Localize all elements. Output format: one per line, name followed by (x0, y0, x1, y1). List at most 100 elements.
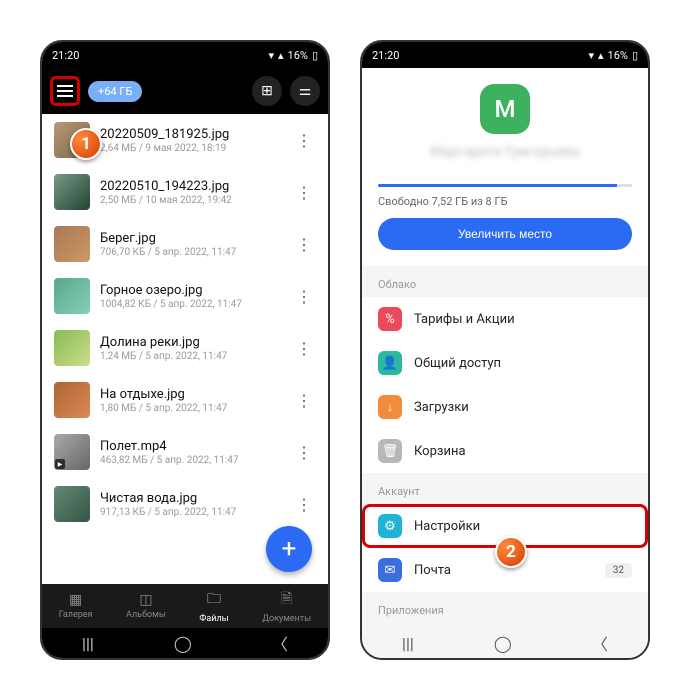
battery-text: 16% (608, 49, 628, 62)
file-meta: 463,82 МБ / 5 апр. 2022, 11:47 (100, 455, 282, 466)
more-icon[interactable]: ⋮ (292, 491, 316, 518)
signal-icon: ▴ (598, 49, 604, 62)
status-time: 21:20 (372, 49, 399, 62)
more-icon[interactable]: ⋮ (292, 179, 316, 206)
section-cloud-label: Облако (362, 266, 648, 297)
file-name: 20220510_194223.jpg (100, 179, 282, 194)
thumbnail (54, 486, 90, 522)
status-bar: 21:20 ▾ ▴ 16% ▯ (362, 42, 648, 68)
more-icon[interactable]: ⋮ (292, 439, 316, 466)
file-meta: 2,64 МБ / 9 мая 2022, 18:19 (100, 143, 282, 154)
file-name: Чистая вода.jpg (100, 491, 282, 506)
status-bar: 21:20 ▾ ▴ 16% ▯ (42, 42, 328, 68)
storage-text: Свободно 7,52 ГБ из 8 ГБ (378, 195, 632, 208)
battery-text: 16% (288, 49, 308, 62)
file-row[interactable]: Долина реки.jpg1,24 МБ / 5 апр. 2022, 11… (42, 322, 328, 374)
more-icon[interactable]: ⋮ (292, 231, 316, 258)
file-row[interactable]: На отдыхе.jpg1,80 МБ / 5 апр. 2022, 11:4… (42, 374, 328, 426)
file-meta: 1004,82 КБ / 5 апр. 2022, 11:47 (100, 299, 282, 310)
wifi-icon: ▾ (268, 49, 274, 62)
file-row[interactable]: 20220510_194223.jpg2,50 МБ / 10 мая 2022… (42, 166, 328, 218)
file-row[interactable]: Горное озеро.jpg1004,82 КБ / 5 апр. 2022… (42, 270, 328, 322)
wifi-icon: ▾ (588, 49, 594, 62)
status-right: ▾ ▴ 16% ▯ (268, 49, 318, 62)
albums-icon: ◫ (139, 592, 152, 608)
gallery-icon: ▦ (69, 592, 82, 608)
annotation-2: 2 (495, 536, 527, 568)
video-play-icon: ▶ (55, 459, 65, 469)
nav-albums[interactable]: ◫Альбомы (126, 592, 166, 620)
menu-shared[interactable]: 👤Общий доступ (362, 341, 648, 385)
recent-apps-button[interactable]: ||| (402, 634, 414, 653)
person-icon: 👤 (378, 351, 402, 375)
download-icon: ↓ (378, 395, 402, 419)
storage-pill[interactable]: +64 ГБ (88, 81, 142, 102)
file-name: Полет.mp4 (100, 439, 282, 454)
menu-button[interactable] (50, 76, 80, 106)
file-name: На отдыхе.jpg (100, 387, 282, 402)
file-meta: 1,80 МБ / 5 апр. 2022, 11:47 (100, 403, 282, 414)
thumbnail (54, 226, 90, 262)
files-icon: 🗀 (207, 588, 221, 612)
filter-button[interactable]: ⚌ (290, 76, 320, 106)
back-button[interactable]: 〈 (272, 631, 288, 655)
thumbnail (54, 330, 90, 366)
docs-icon: 🗎 (281, 588, 292, 612)
back-button[interactable]: 〈 (592, 631, 608, 655)
menu-trash[interactable]: 🗑Корзина (362, 429, 648, 473)
more-icon[interactable]: ⋮ (292, 283, 316, 310)
battery-icon: ▯ (632, 49, 638, 62)
more-icon[interactable]: ⋮ (292, 387, 316, 414)
section-account-label: Аккаунт (362, 473, 648, 504)
file-meta: 917,13 КБ / 5 апр. 2022, 11:47 (100, 507, 282, 518)
top-bar: +64 ГБ ⊞ ⚌ (42, 68, 328, 114)
bottom-nav: ▦Галерея ◫Альбомы 🗀Файлы 🗎Документы (42, 584, 328, 628)
file-meta: 2,50 МБ / 10 мая 2022, 19:42 (100, 195, 282, 206)
thumbnail (54, 174, 90, 210)
more-icon[interactable]: ⋮ (292, 335, 316, 362)
system-nav: ||| ◯ 〈 (42, 628, 328, 658)
recent-apps-button[interactable]: ||| (82, 634, 94, 653)
status-right: ▾ ▴ 16% ▯ (588, 49, 638, 62)
storage-bar (378, 184, 632, 187)
battery-icon: ▯ (312, 49, 318, 62)
file-row[interactable]: Чистая вода.jpg917,13 КБ / 5 апр. 2022, … (42, 478, 328, 530)
thumbnail (54, 278, 90, 314)
nav-files[interactable]: 🗀Файлы (199, 588, 228, 624)
add-button[interactable]: + (266, 526, 312, 572)
section-apps-label: Приложения (362, 592, 648, 623)
more-icon[interactable]: ⋮ (292, 127, 316, 154)
menu-cloud-list: %Тарифы и Акции 👤Общий доступ ↓Загрузки … (362, 297, 648, 473)
avatar[interactable]: М (480, 84, 530, 134)
trash-icon: 🗑 (378, 439, 402, 463)
file-name: 20220509_181925.jpg (100, 127, 282, 142)
menu-tariffs[interactable]: %Тарифы и Акции (362, 297, 648, 341)
file-name: Долина реки.jpg (100, 335, 282, 350)
profile-section: М Маргарита Григорьева (362, 68, 648, 172)
file-meta: 1,24 МБ / 5 апр. 2022, 11:47 (100, 351, 282, 362)
thumbnail: ▶ (54, 434, 90, 470)
percent-icon: % (378, 307, 402, 331)
gear-icon: ⚙ (378, 514, 402, 538)
file-name: Берег.jpg (100, 231, 282, 246)
system-nav: ||| ◯ 〈 (362, 628, 648, 658)
upgrade-button[interactable]: Увеличить место (378, 218, 632, 250)
home-button[interactable]: ◯ (174, 634, 192, 653)
signal-icon: ▴ (278, 49, 284, 62)
file-row[interactable]: Берег.jpg706,70 КБ / 5 апр. 2022, 11:47 ⋮ (42, 218, 328, 270)
thumbnail (54, 382, 90, 418)
home-button[interactable]: ◯ (494, 634, 512, 653)
mail-icon: ✉ (378, 558, 402, 582)
mail-count-badge: 32 (605, 563, 632, 578)
storage-card: Свободно 7,52 ГБ из 8 ГБ Увеличить место (362, 172, 648, 266)
menu-downloads[interactable]: ↓Загрузки (362, 385, 648, 429)
file-name: Горное озеро.jpg (100, 283, 282, 298)
file-meta: 706,70 КБ / 5 апр. 2022, 11:47 (100, 247, 282, 258)
annotation-1: 1 (70, 128, 102, 160)
profile-name: Маргарита Григорьева (362, 144, 648, 160)
nav-docs[interactable]: 🗎Документы (262, 588, 311, 624)
file-row[interactable]: ▶ Полет.mp4463,82 МБ / 5 апр. 2022, 11:47… (42, 426, 328, 478)
grid-view-button[interactable]: ⊞ (252, 76, 282, 106)
storage-fill (378, 184, 617, 187)
nav-gallery[interactable]: ▦Галерея (59, 592, 93, 620)
